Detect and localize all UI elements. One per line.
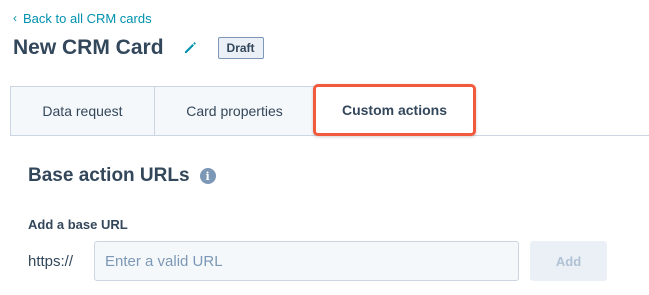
section-header: Base action URLs i [28,165,216,187]
header: New CRM Card Draft [13,33,264,63]
tab-label: Card properties [186,103,283,119]
section-title: Base action URLs [28,165,190,186]
page-title: New CRM Card [13,36,164,59]
chevron-left-icon: ‹ [13,10,17,25]
tab-bar: Data request Card properties Custom acti… [10,84,649,136]
status-badge: Draft [217,37,264,59]
pencil-icon[interactable] [182,40,198,56]
base-url-input[interactable] [94,241,519,281]
tab-card-properties[interactable]: Card properties [154,86,315,136]
tab-label: Custom actions [341,102,447,118]
field-label: Add a base URL [28,217,128,232]
tab-data-request[interactable]: Data request [10,86,155,136]
back-link-label: Back to all CRM cards [23,11,152,26]
tab-label: Data request [42,103,123,119]
pencil-icon-glyph [184,42,196,53]
info-icon[interactable]: i [199,168,216,184]
back-link[interactable]: ‹ Back to all CRM cards [13,11,152,26]
add-button[interactable]: Add [530,241,607,281]
tab-custom-actions[interactable]: Custom actions [313,84,476,136]
url-prefix: https:// [28,253,74,270]
